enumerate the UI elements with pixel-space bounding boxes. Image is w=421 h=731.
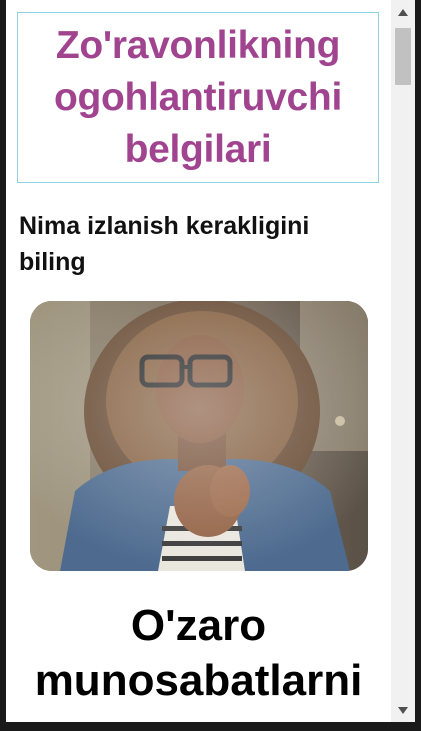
title-box: Zo'ravonlikning ogohlantiruvchi belgilar… — [17, 12, 379, 183]
page-title: Zo'ravonlikning ogohlantiruvchi belgilar… — [53, 23, 342, 171]
triangle-up-icon — [398, 8, 408, 16]
section-subheading: Nima izlanish kerakligini biling — [19, 212, 310, 276]
woman-photo-illustration — [30, 301, 368, 571]
scrollbar-thumb[interactable] — [395, 28, 411, 85]
triangle-down-icon — [398, 706, 408, 714]
section-heading: O'zaro munosabatlarni — [34, 601, 363, 705]
hero-photo — [30, 301, 368, 571]
vertical-scrollbar[interactable] — [391, 0, 415, 722]
browser-viewport: Zo'ravonlikning ogohlantiruvchi belgilar… — [6, 0, 415, 722]
scroll-down-button[interactable] — [391, 700, 415, 720]
page-content: Zo'ravonlikning ogohlantiruvchi belgilar… — [6, 0, 391, 722]
scroll-up-button[interactable] — [391, 2, 415, 22]
